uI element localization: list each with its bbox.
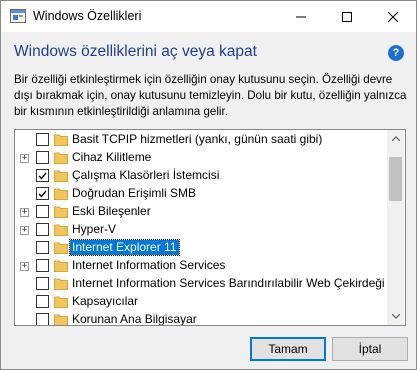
feature-checkbox[interactable] (36, 151, 49, 164)
feature-checkbox[interactable] (36, 277, 49, 290)
feature-label: Basit TCPIP hizmetleri (yankı, günün saa… (72, 132, 323, 146)
feature-checkbox[interactable] (36, 259, 49, 272)
folder-icon (54, 224, 68, 236)
features-tree[interactable]: Basit TCPIP hizmetleri (yankı, günün saa… (14, 129, 406, 326)
feature-row[interactable]: + Hyper-V (15, 221, 387, 239)
dialog-content: Windows özelliklerini aç veya kapat ? Bi… (1, 32, 416, 369)
minimize-button[interactable] (278, 1, 324, 32)
minimize-icon (296, 16, 306, 17)
feature-label: Çalışma Klasörleri İstemcisi (72, 168, 220, 182)
feature-row[interactable]: Korunan Ana Bilgisayar (15, 311, 387, 326)
dialog-description: Bir özelliği etkinleştirmek için özelliğ… (14, 73, 407, 118)
feature-checkbox[interactable] (36, 133, 49, 146)
feature-row[interactable]: Kapsayıcılar (15, 293, 387, 311)
feature-checkbox[interactable] (36, 313, 49, 325)
folder-icon (54, 278, 68, 290)
folder-icon (54, 206, 68, 218)
expand-plus-icon[interactable]: + (20, 262, 29, 271)
expand-plus-icon[interactable]: + (20, 226, 29, 235)
close-button[interactable] (370, 1, 416, 32)
feature-label: Internet Information Services (72, 258, 226, 272)
feature-label: Korunan Ana Bilgisayar (72, 312, 197, 326)
folder-icon (54, 242, 68, 254)
feature-row[interactable]: + Cihaz Kilitleme (15, 149, 387, 167)
feature-checkbox[interactable] (36, 187, 49, 200)
ok-button[interactable]: Tamam (250, 337, 326, 361)
feature-row[interactable]: Çalışma Klasörleri İstemcisi (15, 167, 387, 185)
checkmark-icon (38, 190, 47, 198)
chevron-down-icon (391, 314, 400, 319)
scrollbar-thumb[interactable] (389, 157, 402, 201)
expand-plus-icon[interactable]: + (20, 208, 29, 217)
folder-icon (54, 170, 68, 182)
feature-row[interactable]: Doğrudan Erişimli SMB (15, 185, 387, 203)
feature-label: Hyper-V (72, 222, 117, 236)
maximize-button[interactable] (324, 1, 370, 32)
feature-label: Internet Information Services Barındırıl… (72, 276, 385, 290)
feature-row[interactable]: Basit TCPIP hizmetleri (yankı, günün saa… (15, 131, 387, 149)
feature-row[interactable]: Internet Explorer 11 (15, 239, 387, 257)
feature-label: Eski Bileşenler (72, 204, 151, 218)
windows-features-app-icon (10, 9, 26, 23)
feature-checkbox[interactable] (36, 205, 49, 218)
cancel-button[interactable]: İptal (332, 337, 408, 361)
window-title: Windows Özellikleri (33, 9, 142, 23)
checkmark-icon (38, 172, 47, 180)
windows-features-dialog: Windows Özellikleri Windows özelliklerin… (0, 0, 417, 370)
title-bar[interactable]: Windows Özellikleri (1, 1, 416, 32)
scroll-up-button[interactable] (387, 130, 404, 147)
feature-checkbox[interactable] (36, 169, 49, 182)
folder-icon (54, 296, 68, 308)
folder-icon (54, 314, 68, 325)
folder-icon (54, 152, 68, 164)
feature-label: Internet Explorer 11 (69, 239, 180, 256)
feature-row[interactable]: + Internet Information Services (15, 257, 387, 275)
folder-icon (54, 134, 68, 146)
feature-row[interactable]: + Eski Bileşenler (15, 203, 387, 221)
maximize-icon (342, 11, 352, 22)
dialog-heading: Windows özelliklerini aç veya kapat (14, 43, 257, 60)
feature-row[interactable]: Internet Information Services Barındırıl… (15, 275, 387, 293)
feature-label: Kapsayıcılar (72, 294, 139, 308)
feature-label: Cihaz Kilitleme (72, 150, 152, 164)
folder-icon (54, 188, 68, 200)
feature-checkbox[interactable] (36, 223, 49, 236)
feature-checkbox[interactable] (36, 295, 49, 308)
scroll-down-button[interactable] (387, 308, 404, 325)
help-icon[interactable]: ? (388, 45, 404, 61)
expand-plus-icon[interactable]: + (20, 154, 29, 163)
folder-icon (54, 260, 68, 272)
feature-label: Doğrudan Erişimli SMB (72, 186, 197, 200)
vertical-scrollbar[interactable] (387, 130, 404, 325)
close-icon (388, 11, 398, 22)
feature-checkbox[interactable] (36, 241, 49, 254)
chevron-up-icon (391, 136, 400, 141)
